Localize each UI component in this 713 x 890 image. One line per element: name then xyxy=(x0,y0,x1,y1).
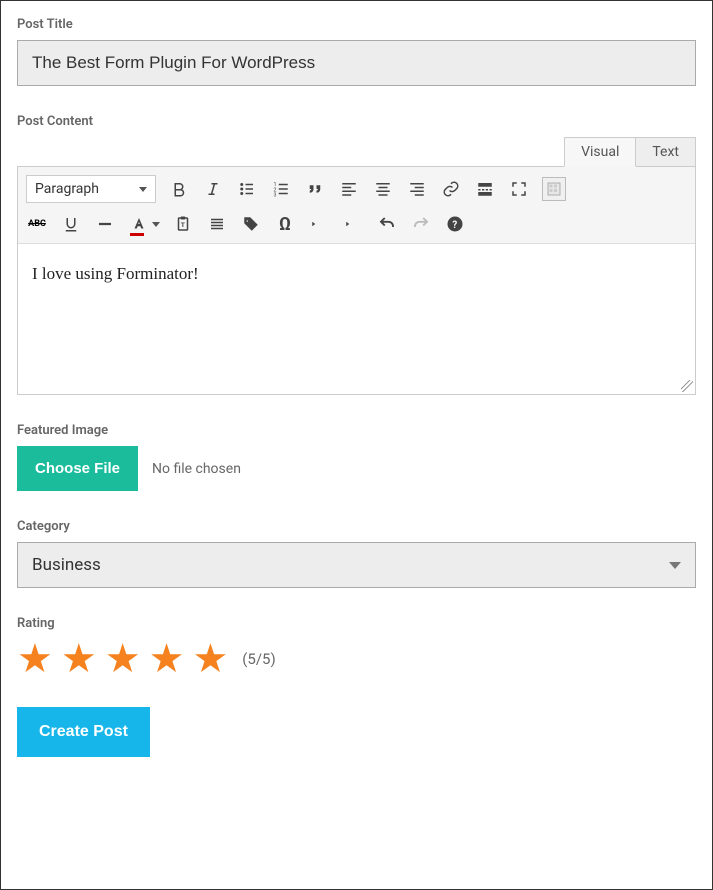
toolbar-toggle-button[interactable] xyxy=(542,177,566,201)
numbered-list-button[interactable]: 123 xyxy=(270,178,292,200)
choose-file-button[interactable]: Choose File xyxy=(17,446,138,491)
chevron-down-icon xyxy=(139,187,147,192)
redo-button[interactable] xyxy=(410,213,432,235)
category-label: Category xyxy=(17,519,696,534)
category-value: Business xyxy=(32,555,101,575)
bullet-list-button[interactable] xyxy=(236,178,258,200)
italic-button[interactable] xyxy=(202,178,224,200)
rating-label: Rating xyxy=(17,616,696,631)
post-content-label: Post Content xyxy=(17,114,696,129)
fullscreen-button[interactable] xyxy=(508,178,530,200)
submit-row: Create Post xyxy=(17,707,696,757)
horizontal-rule-button[interactable] xyxy=(94,213,116,235)
paste-text-button[interactable]: T xyxy=(172,213,194,235)
strikethrough-button[interactable]: ABC xyxy=(26,219,48,229)
indent-button[interactable] xyxy=(342,213,364,235)
category-field: Category Business xyxy=(17,519,696,588)
tab-text[interactable]: Text xyxy=(635,137,696,167)
clear-formatting-button[interactable] xyxy=(206,213,228,235)
svg-text:T: T xyxy=(181,221,186,229)
undo-button[interactable] xyxy=(376,213,398,235)
post-content-field: Post Content Visual Text Paragraph 123 xyxy=(17,114,696,395)
star-5[interactable]: ★ xyxy=(192,639,228,679)
category-select[interactable]: Business xyxy=(17,542,696,588)
chevron-down-icon xyxy=(152,222,160,227)
editor: Paragraph 123 xyxy=(17,166,696,395)
rating-display: (5/5) xyxy=(242,650,275,668)
star-2[interactable]: ★ xyxy=(61,639,97,679)
tab-visual[interactable]: Visual xyxy=(564,137,636,167)
post-title-label: Post Title xyxy=(17,17,696,32)
resize-handle[interactable] xyxy=(681,380,693,392)
paragraph-select[interactable]: Paragraph xyxy=(26,175,156,203)
star-4[interactable]: ★ xyxy=(149,639,185,679)
rating-field: Rating ★ ★ ★ ★ ★ (5/5) xyxy=(17,616,696,679)
outdent-button[interactable] xyxy=(308,213,330,235)
underline-button[interactable] xyxy=(60,213,82,235)
svg-text:?: ? xyxy=(452,220,457,231)
star-1[interactable]: ★ xyxy=(17,639,53,679)
text-color-button[interactable] xyxy=(128,213,160,235)
create-post-button[interactable]: Create Post xyxy=(17,707,150,757)
featured-image-label: Featured Image xyxy=(17,423,696,438)
read-more-button[interactable] xyxy=(474,178,496,200)
paragraph-select-label: Paragraph xyxy=(35,181,99,197)
special-character-button[interactable]: Ω xyxy=(274,213,296,235)
blockquote-button[interactable] xyxy=(304,178,326,200)
align-right-button[interactable] xyxy=(406,178,428,200)
file-status-text: No file chosen xyxy=(152,461,241,477)
svg-text:3: 3 xyxy=(274,193,277,199)
align-left-button[interactable] xyxy=(338,178,360,200)
chevron-down-icon xyxy=(669,562,681,569)
align-center-button[interactable] xyxy=(372,178,394,200)
star-3[interactable]: ★ xyxy=(105,639,141,679)
bold-button[interactable] xyxy=(168,178,190,200)
post-title-input[interactable] xyxy=(17,40,696,86)
featured-image-field: Featured Image Choose File No file chose… xyxy=(17,423,696,491)
help-button[interactable]: ? xyxy=(444,213,466,235)
editor-toolbar: Paragraph 123 xyxy=(18,167,695,244)
editor-content-area[interactable]: I love using Forminator! xyxy=(18,244,695,394)
post-title-field: Post Title xyxy=(17,17,696,86)
editor-body-text: I love using Forminator! xyxy=(32,264,199,283)
text-color-icon xyxy=(128,213,150,235)
link-button[interactable] xyxy=(440,178,462,200)
tag-button[interactable] xyxy=(240,213,262,235)
editor-tabs: Visual Text xyxy=(17,137,696,167)
